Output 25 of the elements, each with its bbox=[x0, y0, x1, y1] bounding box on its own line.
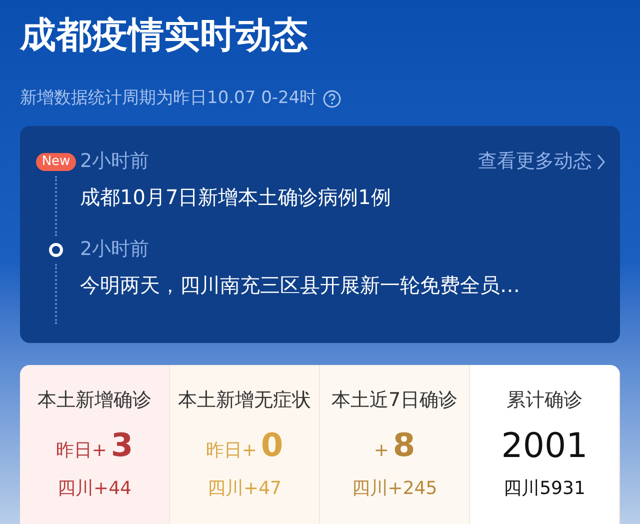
stat-prefix: 昨日+ bbox=[56, 438, 107, 463]
new-badge: New bbox=[36, 152, 76, 170]
chevron-right-icon bbox=[596, 152, 606, 170]
page-title: 成都疫情实时动态 bbox=[20, 14, 309, 58]
stat-value: 8 bbox=[392, 424, 416, 466]
stat-province: 四川+47 bbox=[208, 476, 282, 501]
stat-province: 四川+44 bbox=[58, 476, 132, 501]
stat-value: 0 bbox=[260, 424, 284, 466]
stat-label: 本土新增确诊 bbox=[38, 388, 152, 413]
more-updates-link[interactable]: 查看更多动态 bbox=[478, 147, 606, 176]
subtitle: 新增数据统计周期为昨日10.07 0-24时 bbox=[20, 87, 317, 110]
stat-prefix: + bbox=[374, 438, 389, 463]
stat-value: 2001 bbox=[501, 424, 588, 468]
stat-value: 3 bbox=[110, 424, 134, 466]
stat-label: 本土近7日确诊 bbox=[331, 388, 458, 413]
stat-prefix: 昨日+ bbox=[206, 438, 257, 463]
stat-province: 四川5931 bbox=[504, 476, 586, 501]
update-time: 2小时前 bbox=[80, 237, 150, 262]
update-headline[interactable]: 今明两天，四川南充三区县开展新一轮免费全员… bbox=[80, 270, 520, 324]
stat-province: 四川+245 bbox=[352, 476, 438, 501]
update-time: 2小时前 bbox=[80, 149, 150, 174]
stat-label: 累计确诊 bbox=[506, 388, 582, 413]
help-icon[interactable] bbox=[322, 90, 341, 108]
update-headline[interactable]: 成都10月7日新增本土确诊病例1例 bbox=[80, 182, 391, 236]
stat-label: 本土新增无症状 bbox=[178, 388, 311, 413]
